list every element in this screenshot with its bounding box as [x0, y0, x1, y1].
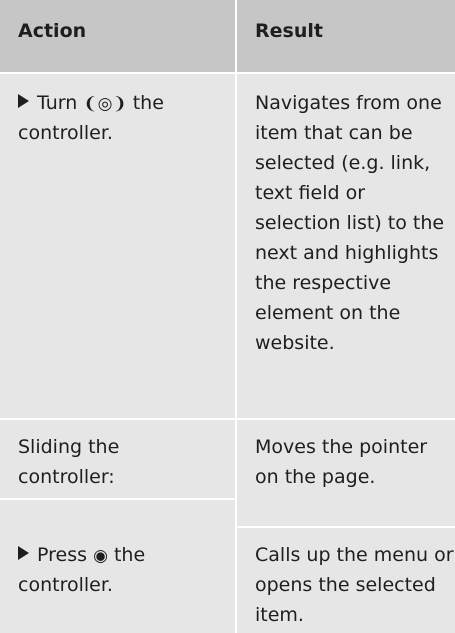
header-action: Action — [18, 20, 87, 42]
the-word: the — [113, 544, 146, 566]
header-result: Result — [255, 20, 323, 42]
turn-word: Turn — [37, 92, 78, 114]
turn-controller-icon: ❨◎❩ — [83, 94, 127, 114]
header-action-cell: Action — [0, 0, 235, 72]
result-line: item that can be — [255, 122, 413, 144]
bullet-triangle-icon — [18, 546, 29, 560]
row-press-action: Press ◉ the controller. — [0, 528, 235, 633]
result-line: selection list) to the — [255, 212, 445, 234]
result-line: Calls up the menu or — [255, 544, 454, 566]
result-line: selected (e.g. link, — [255, 152, 431, 174]
result-line: the respective — [255, 272, 392, 294]
result-line: element on the — [255, 302, 401, 324]
press-word: Press — [37, 544, 88, 566]
row-slide — [0, 420, 455, 530]
row-turn-result: Navigates from one item that can be sele… — [237, 74, 455, 418]
press-line-1: Press ◉ the — [18, 540, 145, 571]
the-word: the — [132, 92, 164, 114]
row-turn-action: Turn ❨◎❩ the controller. — [0, 74, 235, 418]
result-line: website. — [255, 332, 335, 354]
press-controller-icon: ◉ — [93, 546, 108, 566]
result-line: item. — [255, 604, 304, 626]
bullet-triangle-icon — [18, 94, 29, 108]
result-line: Navigates from one — [255, 92, 442, 114]
row-press-result: Calls up the menu or opens the selected … — [237, 528, 455, 633]
result-line: opens the selected — [255, 574, 436, 596]
result-line: text field or — [255, 182, 366, 204]
header-result-cell: Result — [237, 0, 455, 72]
turn-line-1: Turn ❨◎❩ the — [18, 88, 164, 119]
press-line-2: controller. — [18, 574, 113, 596]
result-line: next and highlights — [255, 242, 439, 264]
turn-line-2: controller. — [18, 122, 113, 144]
